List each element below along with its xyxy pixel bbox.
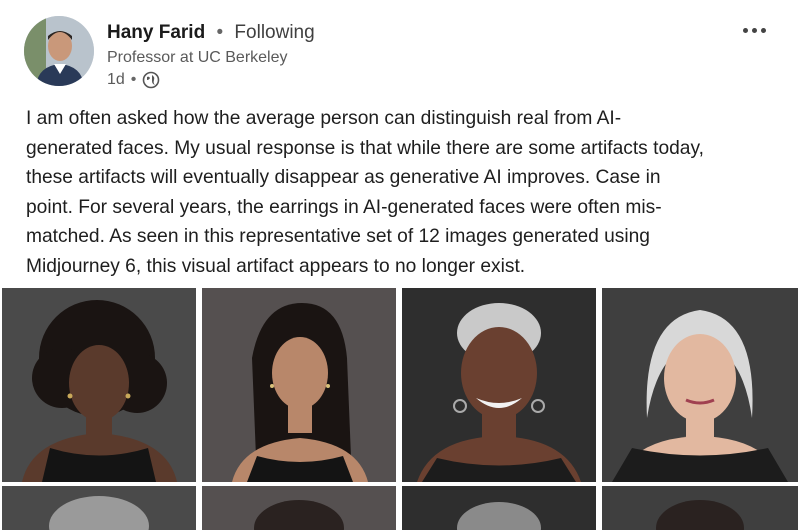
more-dots-icon bbox=[742, 27, 748, 33]
linkedin-post: Hany Farid • Following Professor at UC B… bbox=[0, 0, 800, 530]
post-meta: 1d • bbox=[107, 71, 160, 89]
portrait-image[interactable] bbox=[202, 288, 396, 482]
post-header: Hany Farid • Following Professor at UC B… bbox=[24, 16, 784, 96]
follow-status[interactable]: Following bbox=[234, 22, 314, 43]
post-line: Midjourney 6, this visual artifact appea… bbox=[26, 255, 526, 277]
image-gallery[interactable] bbox=[0, 288, 800, 530]
post-line: matched. As seen in this representative … bbox=[26, 226, 650, 247]
more-options-button[interactable] bbox=[734, 20, 774, 40]
portrait-gray-hair bbox=[402, 486, 596, 530]
portrait-dark-hair-2 bbox=[602, 486, 798, 530]
portrait-image[interactable] bbox=[602, 486, 798, 530]
post-line: point. For several years, the earrings i… bbox=[26, 196, 662, 218]
post-line: I am often asked how the average person … bbox=[26, 108, 622, 129]
portrait-image[interactable] bbox=[402, 486, 596, 530]
author-name[interactable]: Hany Farid bbox=[107, 22, 205, 43]
portrait-silver-hair-woman bbox=[602, 288, 798, 482]
name-separator: • bbox=[216, 22, 224, 43]
portrait-image[interactable] bbox=[202, 486, 396, 530]
portrait-gray-curly-hair bbox=[2, 486, 196, 530]
post-body: I am often asked how the average person … bbox=[26, 104, 778, 281]
portrait-image[interactable] bbox=[2, 486, 196, 530]
globe-icon bbox=[143, 71, 160, 89]
portrait-dark-hair bbox=[202, 486, 396, 530]
more-dot bbox=[760, 27, 766, 33]
time-separator: • bbox=[130, 71, 137, 88]
portrait-image[interactable] bbox=[2, 288, 196, 482]
more-dot bbox=[751, 27, 757, 33]
portrait-long-hair-woman bbox=[202, 288, 396, 482]
post-time[interactable]: 1d bbox=[107, 71, 125, 89]
post-line: generated faces. My usual response is th… bbox=[26, 137, 704, 159]
profile-photo bbox=[24, 16, 94, 86]
portrait-short-gray-hair-woman bbox=[402, 288, 596, 482]
author-headline: Professor at UC Berkeley bbox=[107, 49, 288, 66]
portrait-curly-hair-woman bbox=[2, 288, 196, 482]
author-name-row: Hany Farid • Following bbox=[107, 22, 315, 44]
portrait-image[interactable] bbox=[602, 288, 798, 482]
post-line: these artifacts will eventually disappea… bbox=[26, 167, 661, 188]
author-avatar[interactable] bbox=[24, 16, 94, 86]
portrait-image[interactable] bbox=[402, 288, 596, 482]
